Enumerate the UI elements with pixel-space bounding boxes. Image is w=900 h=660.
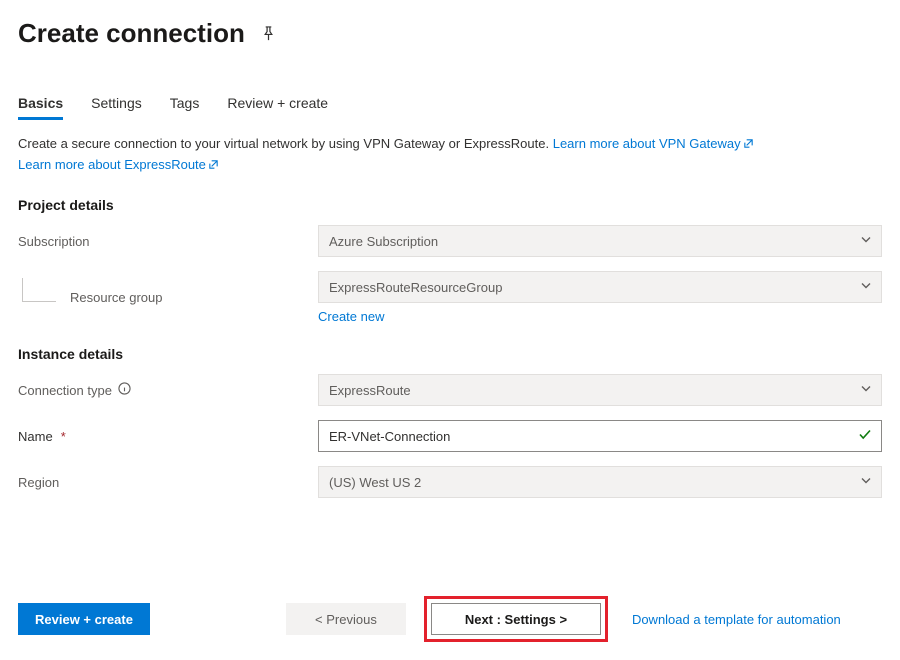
section-project-details: Project details xyxy=(18,197,882,213)
connection-type-label: Connection type xyxy=(18,382,318,398)
previous-button[interactable]: < Previous xyxy=(286,603,406,635)
pin-icon[interactable] xyxy=(261,26,276,41)
tab-tags[interactable]: Tags xyxy=(170,95,200,120)
wizard-tabs: Basics Settings Tags Review + create xyxy=(18,95,882,120)
create-new-rg-link[interactable]: Create new xyxy=(318,309,384,324)
resource-group-select[interactable]: ExpressRouteResourceGroup xyxy=(318,271,882,303)
external-link-icon xyxy=(208,156,219,176)
page-title: Create connection xyxy=(18,18,245,49)
download-template-link[interactable]: Download a template for automation xyxy=(632,612,841,627)
wizard-footer: Review + create < Previous Next : Settin… xyxy=(0,580,900,660)
info-icon[interactable] xyxy=(118,382,131,398)
connection-type-select[interactable]: ExpressRoute xyxy=(318,374,882,406)
description-text: Create a secure connection to your virtu… xyxy=(18,134,882,175)
required-indicator: * xyxy=(61,429,66,444)
valid-check-icon xyxy=(858,428,872,445)
description-body: Create a secure connection to your virtu… xyxy=(18,136,549,151)
tab-review-create[interactable]: Review + create xyxy=(227,95,328,120)
learn-expressroute-link[interactable]: Learn more about ExpressRoute xyxy=(18,157,219,172)
region-label: Region xyxy=(18,475,318,490)
section-instance-details: Instance details xyxy=(18,346,882,362)
learn-vpn-gateway-link[interactable]: Learn more about VPN Gateway xyxy=(553,136,754,151)
external-link-icon xyxy=(743,135,754,155)
name-input[interactable] xyxy=(318,420,882,452)
tree-connector-icon xyxy=(22,278,56,302)
region-select[interactable]: (US) West US 2 xyxy=(318,466,882,498)
name-label: Name* xyxy=(18,429,318,444)
subscription-label: Subscription xyxy=(18,234,318,249)
next-button[interactable]: Next : Settings > xyxy=(431,603,601,635)
highlight-box: Next : Settings > xyxy=(424,596,608,642)
resource-group-label: Resource group xyxy=(18,286,318,310)
tab-settings[interactable]: Settings xyxy=(91,95,142,120)
review-create-button[interactable]: Review + create xyxy=(18,603,150,635)
tab-basics[interactable]: Basics xyxy=(18,95,63,120)
subscription-select[interactable]: Azure Subscription xyxy=(318,225,882,257)
